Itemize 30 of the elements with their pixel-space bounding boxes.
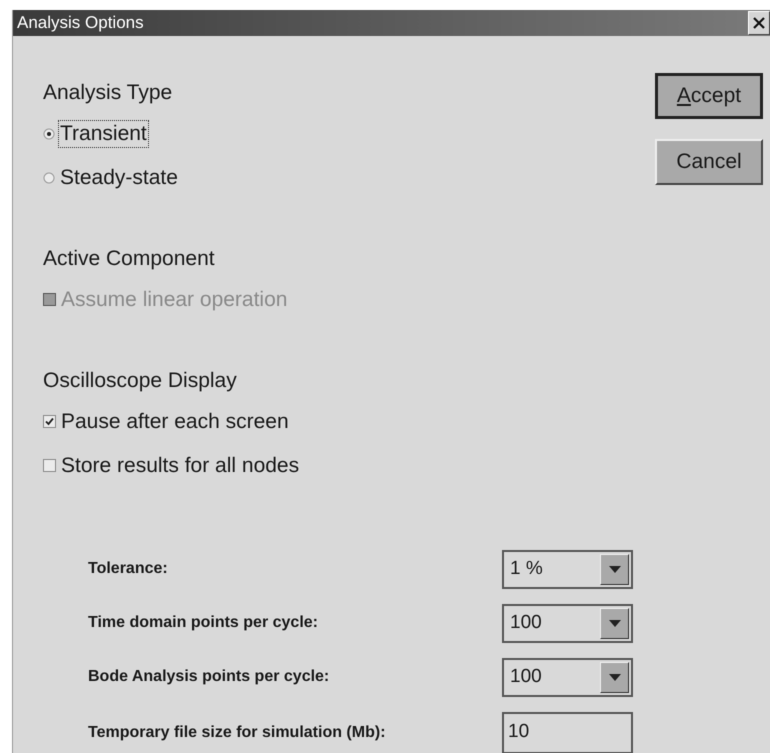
close-button[interactable] bbox=[748, 10, 770, 35]
checkbox[interactable] bbox=[43, 415, 56, 428]
close-icon bbox=[753, 16, 765, 29]
setting-label: Tolerance: bbox=[88, 559, 169, 579]
caret-icon bbox=[608, 620, 620, 626]
window-title: Analysis Options bbox=[17, 12, 144, 34]
caret-icon bbox=[608, 566, 620, 572]
option-label[interactable]: Store results for all nodes bbox=[59, 452, 302, 480]
dropdown[interactable]: 1 % bbox=[502, 550, 633, 588]
dialog-button[interactable]: Cancel bbox=[655, 138, 763, 184]
section-heading: Analysis Type bbox=[43, 80, 174, 106]
setting-label: Bode Analysis points per cycle: bbox=[88, 667, 330, 687]
dropdown-arrow-button[interactable] bbox=[600, 608, 629, 638]
caret-icon bbox=[608, 674, 620, 680]
option-label[interactable]: Steady-state bbox=[58, 164, 180, 192]
dropdown-arrow-button[interactable] bbox=[600, 554, 629, 584]
input-field[interactable]: 10 bbox=[502, 712, 633, 753]
radio-button[interactable] bbox=[43, 128, 55, 140]
section-heading: Active Component bbox=[43, 246, 216, 272]
dropdown-arrow-button[interactable] bbox=[600, 662, 629, 692]
setting-label: Time domain points per cycle: bbox=[88, 613, 319, 633]
dialog-button[interactable]: Accept bbox=[655, 72, 763, 118]
dropdown[interactable]: 100 bbox=[502, 658, 633, 696]
checkbox[interactable] bbox=[43, 459, 56, 472]
option-label[interactable]: Transient bbox=[58, 120, 149, 148]
radio-button[interactable] bbox=[43, 172, 55, 184]
option-label[interactable]: Pause after each screen bbox=[59, 408, 291, 436]
setting-label: Temporary file size for simulation (Mb): bbox=[88, 722, 387, 742]
dropdown[interactable]: 100 bbox=[502, 604, 633, 642]
section-heading: Oscilloscope Display bbox=[43, 368, 238, 394]
